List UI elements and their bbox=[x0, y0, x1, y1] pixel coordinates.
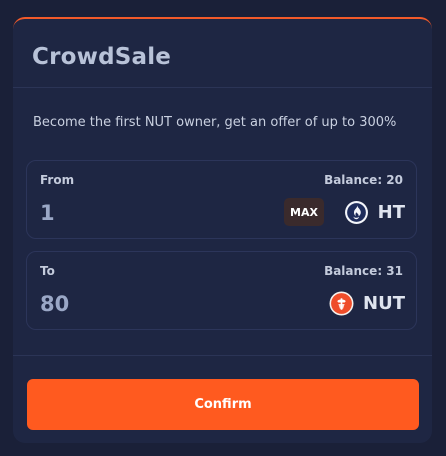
to-amount-input[interactable]: 80 bbox=[40, 292, 69, 316]
to-label: To bbox=[40, 264, 55, 278]
to-token-selector[interactable]: NUT bbox=[329, 290, 405, 316]
from-label: From bbox=[40, 173, 75, 187]
from-token-symbol: HT bbox=[377, 201, 405, 223]
to-balance: Balance: 31 bbox=[324, 264, 403, 278]
to-panel: To Balance: 31 80 NUT bbox=[26, 251, 417, 330]
ht-flame-icon bbox=[344, 200, 369, 225]
crowdsale-card: CrowdSale Become the first NUT owner, ge… bbox=[13, 17, 432, 443]
from-panel: From Balance: 20 1 MAX HT bbox=[26, 160, 417, 239]
card-subtitle: Become the first NUT owner, get an offer… bbox=[33, 115, 397, 130]
confirm-button[interactable]: Confirm bbox=[27, 379, 419, 430]
card-title: CrowdSale bbox=[32, 44, 172, 70]
nut-token-icon bbox=[329, 291, 354, 316]
footer-divider bbox=[13, 355, 432, 356]
to-token-symbol: NUT bbox=[363, 292, 405, 314]
from-amount-input[interactable]: 1 bbox=[40, 201, 55, 225]
max-button[interactable]: MAX bbox=[284, 198, 324, 226]
from-balance: Balance: 20 bbox=[324, 173, 403, 187]
header-divider bbox=[13, 87, 432, 88]
from-token-selector[interactable]: HT bbox=[344, 199, 405, 225]
